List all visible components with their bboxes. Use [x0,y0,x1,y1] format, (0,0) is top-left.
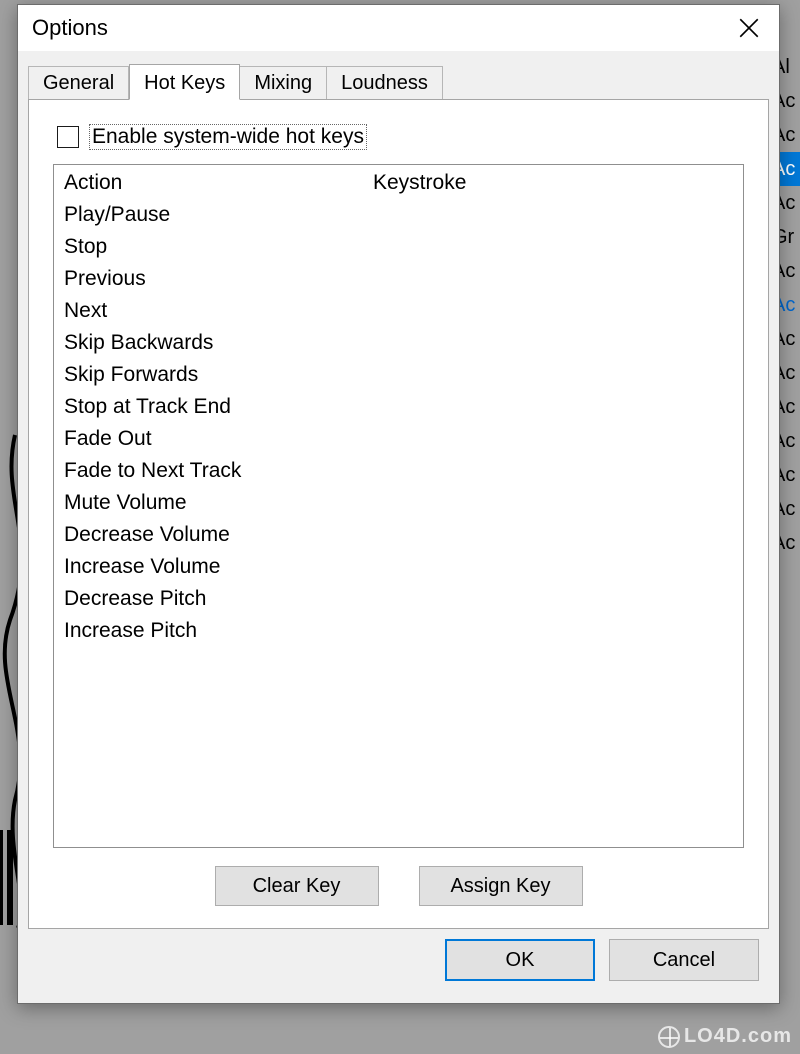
list-header: Action Keystroke [54,167,743,199]
keystroke-cell [369,295,743,327]
list-item[interactable]: Previous [54,263,743,295]
close-icon [739,18,759,38]
col-header-action: Action [54,167,369,199]
enable-hotkeys-label: Enable system-wide hot keys [89,124,367,150]
action-cell: Previous [54,263,369,295]
keystroke-cell [369,263,743,295]
action-cell: Stop at Track End [54,391,369,423]
action-cell: Next [54,295,369,327]
list-item[interactable]: Next [54,295,743,327]
col-header-keystroke: Keystroke [369,167,743,199]
action-cell: Increase Pitch [54,615,369,647]
hotkeys-listbox[interactable]: Action Keystroke Play/PauseStopPreviousN… [53,164,744,848]
assign-key-button[interactable]: Assign Key [419,866,583,906]
watermark: LO4D.com [658,1025,792,1048]
list-item[interactable]: Stop [54,231,743,263]
keystroke-cell [369,583,743,615]
keystroke-cell [369,455,743,487]
window-title: Options [32,15,108,41]
action-cell: Skip Forwards [54,359,369,391]
keystroke-cell [369,199,743,231]
tabpage-hotkeys: Enable system-wide hot keys Action Keyst… [28,99,769,929]
list-item[interactable]: Decrease Pitch [54,583,743,615]
list-item[interactable]: Skip Forwards [54,359,743,391]
dialog-client: General Hot Keys Mixing Loudness Enable … [18,51,779,1003]
list-item[interactable]: Skip Backwards [54,327,743,359]
tab-general[interactable]: General [28,66,129,99]
titlebar: Options [18,5,779,51]
list-item[interactable]: Increase Pitch [54,615,743,647]
globe-icon [658,1026,680,1048]
ok-button[interactable]: OK [445,939,595,981]
action-cell: Increase Volume [54,551,369,583]
cancel-button[interactable]: Cancel [609,939,759,981]
list-item[interactable]: Play/Pause [54,199,743,231]
action-cell: Decrease Volume [54,519,369,551]
keystroke-cell [369,231,743,263]
keystroke-cell [369,487,743,519]
keystroke-cell [369,359,743,391]
list-item[interactable]: Increase Volume [54,551,743,583]
action-cell: Stop [54,231,369,263]
tab-hotkeys[interactable]: Hot Keys [129,64,240,100]
tabstrip: General Hot Keys Mixing Loudness [28,63,769,99]
action-cell: Fade to Next Track [54,455,369,487]
close-button[interactable] [719,5,779,51]
keystroke-cell [369,519,743,551]
enable-hotkeys-row: Enable system-wide hot keys [57,124,744,150]
keystroke-cell [369,551,743,583]
enable-hotkeys-checkbox[interactable] [57,126,79,148]
action-cell: Skip Backwards [54,327,369,359]
list-item[interactable]: Mute Volume [54,487,743,519]
list-item[interactable]: Fade to Next Track [54,455,743,487]
keystroke-cell [369,391,743,423]
list-item[interactable]: Stop at Track End [54,391,743,423]
options-dialog: Options General Hot Keys Mixing Loudness… [17,4,780,1004]
dialog-footer: OK Cancel [28,929,769,993]
tab-loudness[interactable]: Loudness [327,66,443,99]
action-cell: Decrease Pitch [54,583,369,615]
action-cell: Mute Volume [54,487,369,519]
action-cell: Play/Pause [54,199,369,231]
list-item[interactable]: Decrease Volume [54,519,743,551]
keystroke-cell [369,615,743,647]
clear-key-button[interactable]: Clear Key [215,866,379,906]
keystroke-cell [369,327,743,359]
hotkey-buttons-row: Clear Key Assign Key [53,848,744,912]
tab-mixing[interactable]: Mixing [240,66,327,99]
list-item[interactable]: Fade Out [54,423,743,455]
action-cell: Fade Out [54,423,369,455]
keystroke-cell [369,423,743,455]
watermark-text: LO4D.com [684,1025,792,1048]
